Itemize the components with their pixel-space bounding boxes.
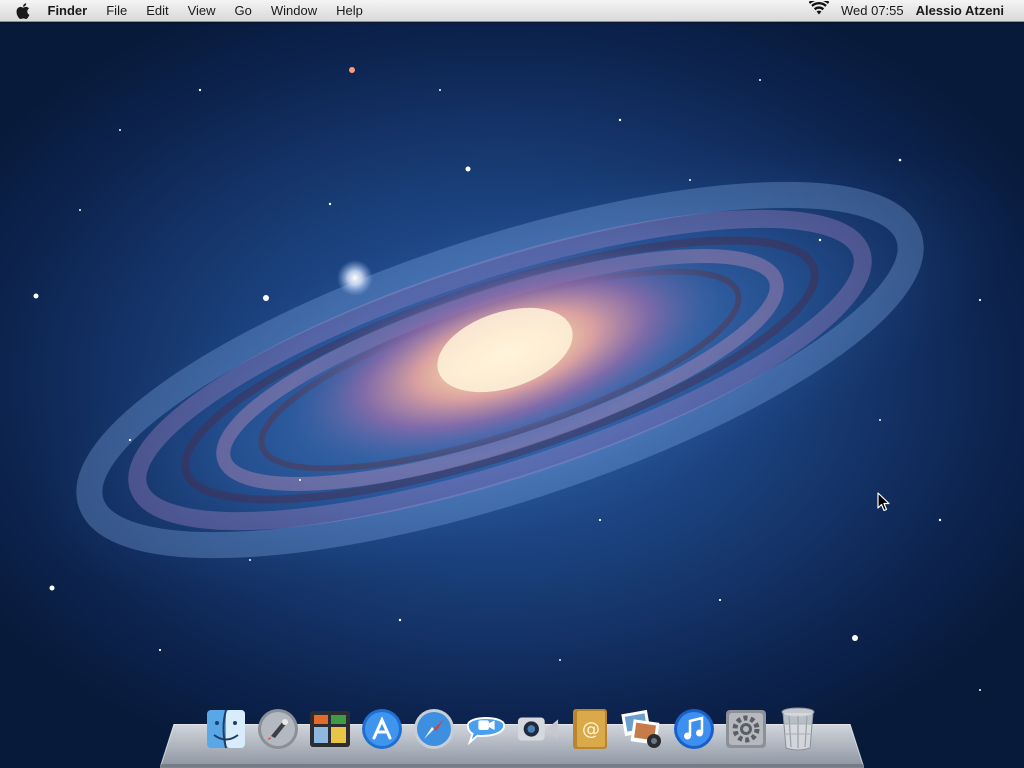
system-preferences-icon <box>726 710 766 748</box>
dock-item-photo-booth[interactable] <box>620 706 664 752</box>
dock-item-address-book[interactable]: @ <box>568 706 612 752</box>
dock-item-trash[interactable] <box>776 706 820 752</box>
menu-window[interactable]: Window <box>261 0 326 21</box>
menu-file[interactable]: File <box>97 0 137 21</box>
menu-go[interactable]: Go <box>225 0 261 21</box>
mission-control-icon <box>310 711 350 747</box>
svg-text:@: @ <box>582 719 600 740</box>
itunes-icon <box>674 709 714 749</box>
wifi-icon <box>808 0 830 15</box>
menu-extras: Wed 07:55 Alessio Atzeni <box>803 0 1024 21</box>
dock: @ <box>204 702 820 752</box>
dock-item-safari[interactable] <box>412 706 456 752</box>
menu-app-finder[interactable]: Finder <box>38 0 97 21</box>
menu-bar: Finder File Edit View Go Window Help Wed… <box>0 0 1024 22</box>
menu-help[interactable]: Help <box>327 0 373 21</box>
dock-item-system-preferences[interactable] <box>724 706 768 752</box>
dock-item-mission-control[interactable] <box>308 706 352 752</box>
apple-icon <box>16 2 30 19</box>
wifi-status[interactable] <box>803 0 835 21</box>
address-book-icon: @ <box>573 709 607 749</box>
galaxy-wallpaper-art <box>22 67 1018 691</box>
ichat-icon <box>466 717 506 746</box>
desktop-wallpaper[interactable] <box>0 0 1024 768</box>
photo-booth-icon <box>621 709 661 748</box>
mouse-pointer-icon <box>877 492 890 512</box>
facetime-icon <box>517 717 559 741</box>
menu-view[interactable]: View <box>178 0 225 21</box>
fast-user-switch-menu[interactable]: Alessio Atzeni <box>910 0 1010 21</box>
dock-item-ichat[interactable] <box>464 706 508 752</box>
app-store-icon <box>362 709 402 749</box>
trash-icon <box>781 707 815 751</box>
dock-item-itunes[interactable] <box>672 706 716 752</box>
apple-menu[interactable] <box>8 0 38 21</box>
safari-icon <box>414 709 454 749</box>
dock-item-app-store[interactable] <box>360 706 404 752</box>
finder-icon <box>207 709 245 749</box>
menu-edit[interactable]: Edit <box>137 0 178 21</box>
dock-item-facetime[interactable] <box>516 706 560 752</box>
menu-clock[interactable]: Wed 07:55 <box>835 0 910 21</box>
dock-item-finder[interactable] <box>204 706 248 752</box>
dock-item-launchpad[interactable] <box>256 706 300 752</box>
launchpad-icon <box>258 709 298 749</box>
